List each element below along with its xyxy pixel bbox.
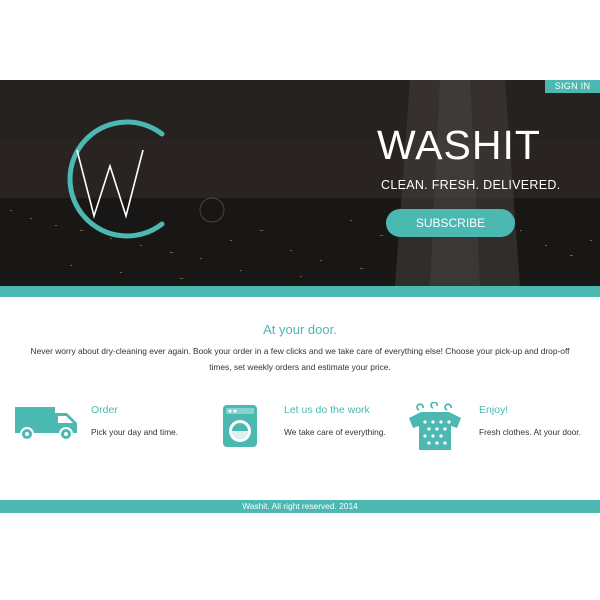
feature-text: Pick your day and time. xyxy=(91,427,179,437)
feature-title: Enjoy! xyxy=(479,404,509,416)
subscribe-button[interactable]: SUBSCRIBE xyxy=(386,209,515,237)
brand-tagline: CLEAN. FRESH. DELIVERED. xyxy=(381,178,561,192)
brand-title: WASHIT xyxy=(377,122,541,168)
feature-order: Order Pick your day and time. xyxy=(0,398,200,458)
feature-let-us-do-the-work: Let us do the work We take care of every… xyxy=(200,398,400,458)
sign-in-button[interactable]: SIGN IN xyxy=(545,80,600,93)
van-icon xyxy=(15,407,77,441)
feature-enjoy: Enjoy! Fresh clothes. At your door. xyxy=(400,398,600,458)
footer: Washit. All right reserved. 2014 xyxy=(0,500,600,513)
section-title: At your door. xyxy=(263,322,337,337)
feature-title: Order xyxy=(91,404,118,416)
washing-machine-icon xyxy=(223,405,257,447)
clothes-hanger-icon xyxy=(409,402,461,450)
feature-text: Fresh clothes. At your door. xyxy=(479,427,581,437)
washit-logo-icon xyxy=(67,119,165,239)
section-description: Never worry about dry-cleaning ever agai… xyxy=(30,346,570,372)
feature-title: Let us do the work xyxy=(284,404,370,416)
divider-strip xyxy=(0,286,600,297)
feature-text: We take care of everything. xyxy=(284,427,386,437)
